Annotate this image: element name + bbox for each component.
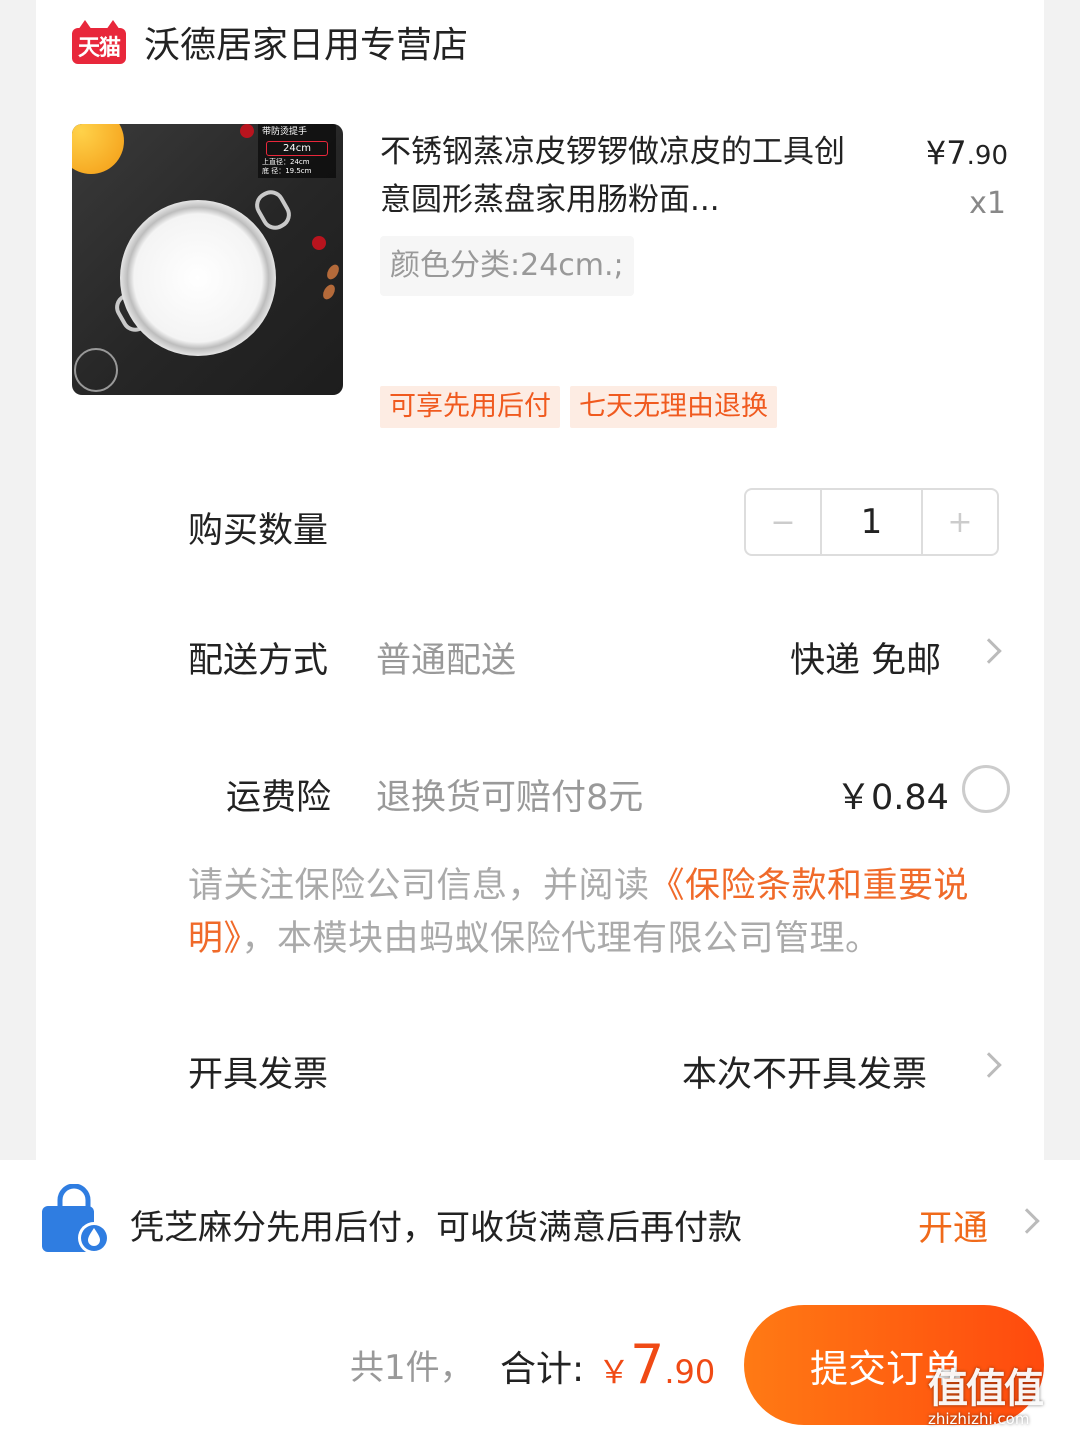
insurance-radio[interactable] [962,765,1010,813]
delivery-label: 配送方式 [188,641,329,681]
quantity-label: 购买数量 [188,511,329,551]
tmall-badge: 天猫 [72,28,126,64]
pay-later-text: 凭芝麻分先用后付，可收货满意后再付款 [130,1208,742,1248]
item-count: 共1件， [350,1348,474,1388]
tag-pay-later: 可享先用后付 [380,386,560,428]
pay-later-chevron-icon[interactable] [1014,1208,1040,1234]
invoice-value[interactable]: 本次不开具发票 [682,1046,927,1097]
total-label: 合计: [500,1349,585,1390]
quantity-stepper: − 1 + [744,488,999,556]
service-tags: 可享先用后付 七天无理由退换 [380,386,787,428]
tmall-logo-icon: 天猫 [72,20,126,64]
delivery-type: 普通配送 [376,641,517,681]
increase-button[interactable]: + [923,490,997,554]
watermark-logo: 值值值 [928,1366,1044,1412]
pay-later-open-link[interactable]: 开通 [918,1200,988,1251]
sku-chip[interactable]: 颜色分类:24cm.; [380,236,634,296]
watermark-url: zhizhizhi.com [928,1410,1030,1428]
insurance-notice: 请关注保险公司信息，并阅读《保险条款和重要说明》，本模块由蚂蚁保险代理有限公司管… [188,866,970,959]
watermark: 值值值 zhizhizhi.com [928,1356,1074,1428]
product-qty: x1 [969,186,1006,221]
total-price: ￥7.90 [598,1333,716,1396]
shop-name[interactable]: 沃德居家日用专营店 [144,16,468,68]
product-thumbnail[interactable]: 带防烫提手 24cm 上直径：24cm 底 径：19.5cm [72,124,343,395]
pay-later-banner[interactable]: 凭芝麻分先用后付，可收货满意后再付款 开通 [0,1160,1080,1282]
shop-header[interactable]: 天猫 沃德居家日用专营店 [72,18,468,66]
insurance-label: 运费险 [226,778,332,818]
decrease-button[interactable]: − [746,490,820,554]
shopping-bag-icon [42,1184,110,1254]
insurance-price: ￥0.84 [836,778,949,818]
delivery-value[interactable]: 快递 免邮 [790,632,941,683]
image-spec-overlay: 带防烫提手 24cm 上直径：24cm 底 径：19.5cm [258,124,336,178]
product-title[interactable]: 不锈钢蒸凉皮锣锣做凉皮的工具创意圆形蒸盘家用肠粉面... [380,128,860,224]
invoice-label: 开具发票 [188,1055,329,1095]
steamer-pan-image [120,200,276,356]
tag-seven-day-return: 七天无理由退换 [570,386,777,428]
insurance-desc: 退换货可赔付8元 [376,778,644,818]
quantity-value[interactable]: 1 [820,490,923,554]
product-price: ¥7.90 [925,134,1008,172]
